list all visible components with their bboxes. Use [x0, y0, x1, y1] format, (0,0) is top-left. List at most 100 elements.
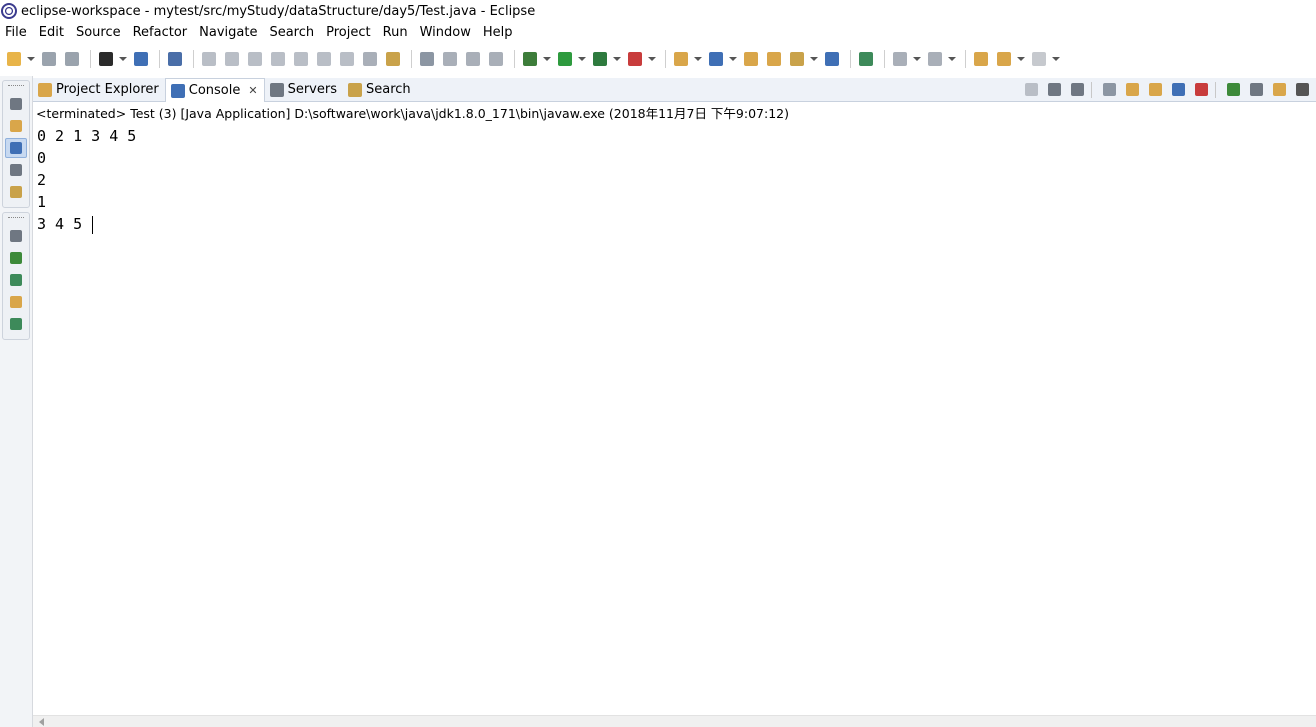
chevron-down-icon[interactable] — [729, 48, 737, 70]
clear-console-button[interactable] — [1099, 80, 1119, 100]
menu-edit[interactable]: Edit — [33, 22, 70, 43]
new-button[interactable] — [4, 48, 24, 70]
drop-to-frame-button[interactable] — [360, 48, 380, 70]
chevron-down-icon[interactable] — [948, 48, 956, 70]
save-button[interactable] — [39, 48, 59, 70]
next-annotation-button[interactable] — [890, 48, 910, 70]
toolbar-separator — [514, 50, 515, 68]
drag-handle[interactable] — [8, 85, 24, 89]
console-button[interactable] — [5, 138, 27, 158]
show-on-output-button[interactable] — [1168, 80, 1188, 100]
perspective-button[interactable] — [856, 48, 876, 70]
terminate-button[interactable] — [245, 48, 265, 70]
step-over-button[interactable] — [314, 48, 334, 70]
view-menu-button[interactable] — [1292, 80, 1312, 100]
chevron-down-icon[interactable] — [1052, 48, 1060, 70]
toggle-method-breakpoint-button[interactable] — [463, 48, 483, 70]
scroll-lock-button[interactable] — [1122, 80, 1142, 100]
console-input-line[interactable]: 3 4 5 — [37, 213, 1316, 235]
menu-refactor[interactable]: Refactor — [127, 22, 194, 43]
chevron-down-icon[interactable] — [913, 48, 921, 70]
menu-search[interactable]: Search — [263, 22, 320, 43]
chevron-down-icon[interactable] — [1017, 48, 1025, 70]
previous-annotation-button[interactable] — [925, 48, 945, 70]
package-explorer-icon — [10, 120, 22, 132]
disconnect-button[interactable] — [268, 48, 288, 70]
forward-button[interactable] — [1029, 48, 1049, 70]
external-tools-button[interactable] — [625, 48, 645, 70]
coverage-button[interactable] — [590, 48, 610, 70]
search-view-button[interactable] — [5, 182, 27, 202]
use-step-filters-button[interactable] — [383, 48, 403, 70]
menu-navigate[interactable]: Navigate — [193, 22, 263, 43]
tab-project-explorer[interactable]: Project Explorer — [33, 78, 165, 102]
skip-breakpoints-button[interactable] — [165, 48, 185, 70]
servers-button[interactable] — [5, 160, 27, 180]
search-button[interactable] — [787, 48, 807, 70]
outline-button[interactable] — [5, 248, 27, 268]
console-output[interactable]: 0 2 1 3 4 5 0 2 1 3 4 5 — [33, 123, 1316, 715]
debug-button[interactable] — [520, 48, 540, 70]
step-into-button[interactable] — [291, 48, 311, 70]
toggle-breakpoint-button[interactable] — [417, 48, 437, 70]
chevron-down-icon[interactable] — [810, 48, 818, 70]
new-java-class-button[interactable] — [706, 48, 726, 70]
restore-button[interactable] — [5, 94, 27, 114]
drag-handle[interactable] — [8, 217, 24, 221]
tab-console[interactable]: Console ✕ — [164, 77, 265, 103]
git-button[interactable] — [5, 292, 27, 312]
chevron-down-icon[interactable] — [578, 48, 586, 70]
pin-console-button[interactable] — [1223, 80, 1243, 100]
terminate-button[interactable] — [1021, 80, 1041, 100]
menu-project[interactable]: Project — [320, 22, 376, 43]
git-icon — [10, 296, 22, 308]
chevron-down-icon[interactable] — [648, 48, 656, 70]
scroll-left-arrow-icon[interactable] — [39, 718, 44, 726]
toolbar-separator — [850, 50, 851, 68]
package-explorer-button[interactable] — [5, 116, 27, 136]
display-selected-console-button[interactable] — [1246, 80, 1266, 100]
remove-all-terminated-button[interactable] — [1067, 80, 1087, 100]
chevron-down-icon[interactable] — [27, 48, 35, 70]
terminal-button[interactable] — [131, 48, 151, 70]
chevron-down-icon[interactable] — [119, 48, 127, 70]
horizontal-scrollbar[interactable] — [33, 715, 1316, 727]
debug-view-button[interactable] — [5, 314, 27, 334]
remove-launch-button[interactable] — [1044, 80, 1064, 100]
menu-source[interactable]: Source — [70, 22, 127, 43]
run-button[interactable] — [555, 48, 575, 70]
last-edit-location-button[interactable] — [971, 48, 991, 70]
toggle-class-load-button[interactable] — [486, 48, 506, 70]
toolbar-separator — [1215, 81, 1216, 98]
step-return-button[interactable] — [337, 48, 357, 70]
globe-button[interactable] — [822, 48, 842, 70]
close-icon[interactable]: ✕ — [248, 84, 257, 97]
toggle-watchpoint-button[interactable] — [440, 48, 460, 70]
suspend-button[interactable] — [222, 48, 242, 70]
save-all-button[interactable] — [62, 48, 82, 70]
chevron-down-icon[interactable] — [694, 48, 702, 70]
open-type-button[interactable] — [741, 48, 761, 70]
menu-help[interactable]: Help — [477, 22, 519, 43]
back-button[interactable] — [994, 48, 1014, 70]
chevron-down-icon[interactable] — [613, 48, 621, 70]
tab-servers[interactable]: Servers — [265, 78, 343, 102]
toggle-method-breakpoint-icon — [466, 52, 480, 66]
open-console-button[interactable] — [1269, 80, 1289, 100]
account-button[interactable] — [96, 48, 116, 70]
chevron-down-icon[interactable] — [543, 48, 551, 70]
show-on-error-button[interactable] — [1191, 80, 1211, 100]
menu-file[interactable]: File — [0, 22, 33, 43]
tab-search[interactable]: Search — [343, 78, 417, 102]
servers-icon — [269, 82, 284, 97]
resume-button[interactable] — [199, 48, 219, 70]
restore-icon — [10, 98, 22, 110]
word-wrap-button[interactable] — [1145, 80, 1165, 100]
restore-button[interactable] — [5, 226, 27, 246]
menu-run[interactable]: Run — [377, 22, 414, 43]
open-task-button[interactable] — [764, 48, 784, 70]
search-view-icon — [10, 186, 22, 198]
new-java-package-button[interactable] — [671, 48, 691, 70]
menu-window[interactable]: Window — [414, 22, 477, 43]
task-list-button[interactable] — [5, 270, 27, 290]
